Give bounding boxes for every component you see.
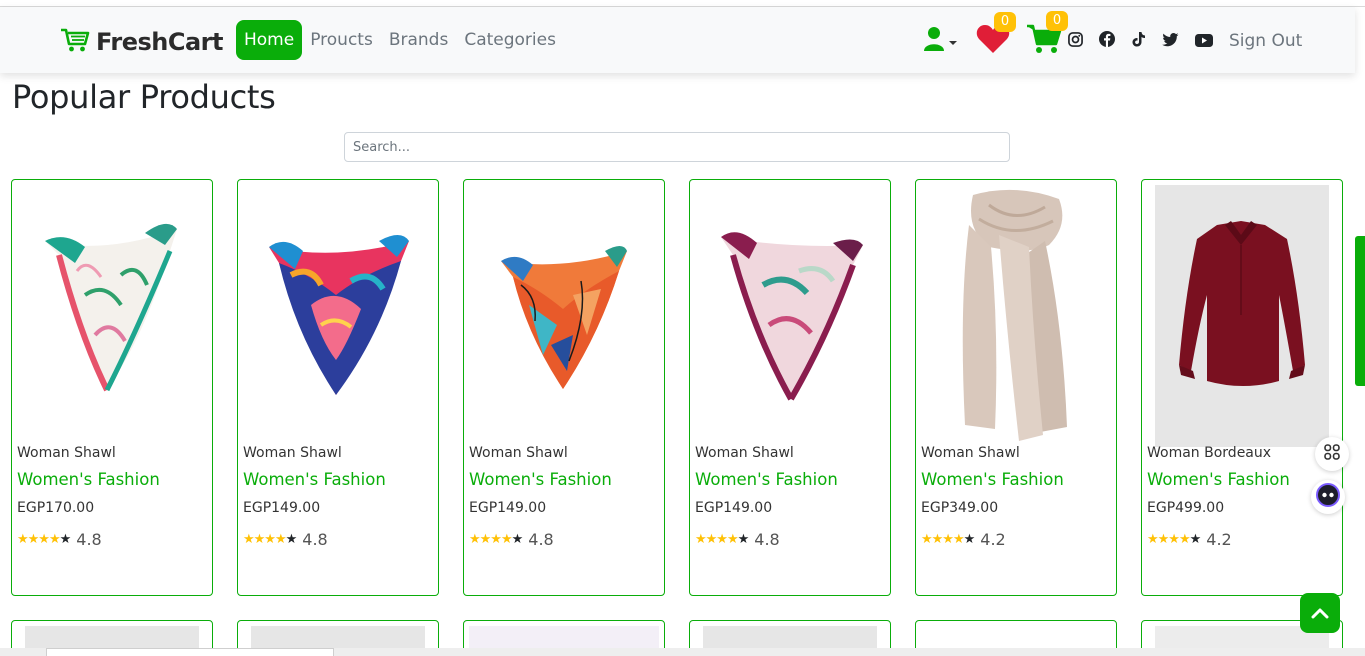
taskbar-search-field[interactable] xyxy=(46,648,334,656)
product-name: Woman Shawl xyxy=(695,445,794,461)
product-card[interactable]: Woman Shawl Women's Fashion EGP349.00 ★★… xyxy=(915,179,1117,596)
scroll-indicator[interactable] xyxy=(1355,236,1365,386)
product-image[interactable] xyxy=(929,185,1103,447)
cart-count-badge: 0 xyxy=(1046,11,1068,31)
facebook-link[interactable] xyxy=(1099,31,1115,51)
product-name: Woman Shawl xyxy=(921,445,1020,461)
user-menu-button[interactable] xyxy=(924,26,958,56)
product-image[interactable] xyxy=(477,185,651,447)
product-card[interactable]: Woman Shawl Women's Fashion EGP149.00 ★★… xyxy=(463,179,665,596)
product-card[interactable]: Woman Shawl Women's Fashion EGP149.00 ★★… xyxy=(237,179,439,596)
product-price: EGP349.00 xyxy=(921,500,999,516)
product-card[interactable]: Woman Shawl Women's Fashion EGP149.00 ★★… xyxy=(689,179,891,596)
product-rating: ★★★★★ 4.8 xyxy=(469,530,554,549)
page-title: Popular Products xyxy=(12,78,276,116)
product-image[interactable] xyxy=(251,185,425,447)
product-name: Woman Shawl xyxy=(17,445,116,461)
search-input[interactable] xyxy=(344,132,1010,162)
rating-value: 4.2 xyxy=(980,530,1006,549)
instagram-link[interactable] xyxy=(1068,31,1083,51)
star-rating-icon: ★★★★★ xyxy=(1147,532,1201,547)
product-rating: ★★★★★ 4.8 xyxy=(243,530,328,549)
navbar: FreshCart Home Proucts Brands Categories xyxy=(0,7,1355,73)
product-rating: ★★★★★ 4.8 xyxy=(695,530,780,549)
product-image[interactable] xyxy=(703,185,877,447)
wishlist-button[interactable]: 0 xyxy=(976,12,1016,58)
product-category: Women's Fashion xyxy=(17,470,160,489)
nav-actions: 0 0 Sign Out xyxy=(924,11,1302,61)
product-price: EGP149.00 xyxy=(695,500,773,516)
cart-button[interactable]: 0 xyxy=(1026,11,1068,59)
rating-value: 4.2 xyxy=(1206,530,1232,549)
os-taskbar xyxy=(0,648,1365,656)
rating-value: 4.8 xyxy=(76,530,102,549)
product-category: Women's Fashion xyxy=(1147,470,1290,489)
chevron-up-icon xyxy=(1311,604,1329,623)
product-name: Woman Bordeaux xyxy=(1147,445,1272,461)
product-category: Women's Fashion xyxy=(469,470,612,489)
assistant-button[interactable] xyxy=(1311,480,1345,514)
youtube-icon xyxy=(1195,32,1213,51)
product-image[interactable] xyxy=(25,185,199,447)
star-rating-icon: ★★★★★ xyxy=(695,532,749,547)
star-rating-icon: ★★★★★ xyxy=(921,532,975,547)
brand-name: FreshCart xyxy=(96,28,223,56)
chevron-down-icon xyxy=(948,32,958,51)
tiktok-link[interactable] xyxy=(1131,31,1146,51)
brand-logo[interactable]: FreshCart xyxy=(60,27,223,57)
rating-value: 4.8 xyxy=(754,530,780,549)
nav-home[interactable]: Home xyxy=(236,20,303,60)
user-icon xyxy=(924,26,948,56)
twitter-icon xyxy=(1162,32,1179,51)
product-price: EGP149.00 xyxy=(243,500,321,516)
product-rating: ★★★★★ 4.8 xyxy=(17,530,102,549)
main-nav: Home Proucts Brands Categories xyxy=(236,20,564,60)
product-card[interactable]: Woman Bordeaux Women's Fashion EGP499.00… xyxy=(1141,179,1343,596)
star-rating-icon: ★★★★★ xyxy=(243,532,297,547)
product-card[interactable]: Woman Shawl Women's Fashion EGP170.00 ★★… xyxy=(11,179,213,596)
product-image[interactable] xyxy=(1155,185,1329,447)
browser-top-edge xyxy=(0,0,1365,7)
product-price: EGP499.00 xyxy=(1147,500,1225,516)
rating-value: 4.8 xyxy=(528,530,554,549)
sign-out-link[interactable]: Sign Out xyxy=(1229,31,1302,51)
apps-grid-button[interactable] xyxy=(1315,437,1349,471)
scroll-to-top-button[interactable] xyxy=(1300,593,1340,633)
product-name: Woman Shawl xyxy=(469,445,568,461)
product-rating: ★★★★★ 4.2 xyxy=(921,530,1006,549)
youtube-link[interactable] xyxy=(1195,32,1213,51)
product-name: Woman Shawl xyxy=(243,445,342,461)
product-category: Women's Fashion xyxy=(243,470,386,489)
star-rating-icon: ★★★★★ xyxy=(469,532,523,547)
product-rating: ★★★★★ 4.2 xyxy=(1147,530,1232,549)
rating-value: 4.8 xyxy=(302,530,328,549)
wishlist-count-badge: 0 xyxy=(994,12,1016,32)
star-rating-icon: ★★★★★ xyxy=(17,532,71,547)
facebook-icon xyxy=(1099,31,1115,51)
product-price: EGP149.00 xyxy=(469,500,547,516)
nav-brands[interactable]: Brands xyxy=(381,20,457,60)
twitter-link[interactable] xyxy=(1162,32,1179,51)
nav-categories[interactable]: Categories xyxy=(456,20,564,60)
tiktok-icon xyxy=(1131,31,1146,51)
nav-products[interactable]: Proucts xyxy=(302,20,381,60)
product-category: Women's Fashion xyxy=(695,470,838,489)
product-category: Women's Fashion xyxy=(921,470,1064,489)
product-price: EGP170.00 xyxy=(17,500,95,516)
shopping-cart-logo-icon xyxy=(60,27,90,57)
assistant-face-icon xyxy=(1316,483,1340,511)
instagram-icon xyxy=(1068,31,1083,51)
grid-icon xyxy=(1323,443,1341,465)
